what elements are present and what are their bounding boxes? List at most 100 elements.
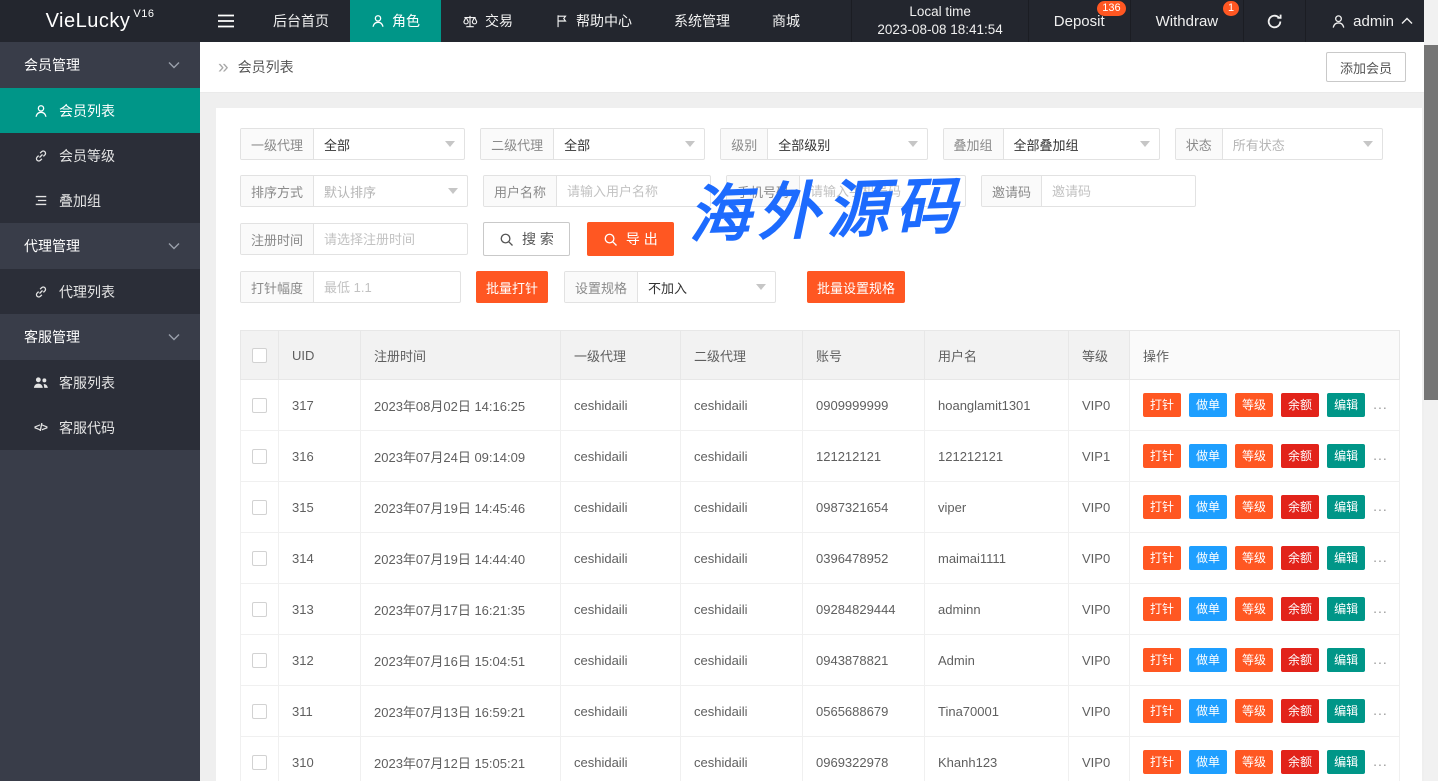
sidebar-group-2[interactable]: 代理管理: [0, 223, 200, 269]
nav-item-6[interactable]: 商城: [751, 0, 821, 42]
action-button-打针[interactable]: 打针: [1143, 699, 1181, 723]
action-button-打针[interactable]: 打针: [1143, 546, 1181, 570]
action-button-做单[interactable]: 做单: [1189, 495, 1227, 519]
action-button-等级[interactable]: 等级: [1235, 444, 1273, 468]
scrollbar-thumb[interactable]: [1424, 45, 1438, 400]
action-button-余额[interactable]: 余额: [1281, 546, 1319, 570]
action-button-打针[interactable]: 打针: [1143, 597, 1181, 621]
filter-agent-level2-value[interactable]: 全部: [554, 129, 704, 159]
action-button-余额[interactable]: 余额: [1281, 648, 1319, 672]
nav-item-1[interactable]: 后台首页: [252, 0, 350, 42]
more-actions-button[interactable]: ...: [1373, 498, 1388, 514]
select-all-checkbox[interactable]: [252, 348, 267, 363]
more-actions-button[interactable]: ...: [1373, 396, 1388, 412]
action-button-做单[interactable]: 做单: [1189, 546, 1227, 570]
action-button-编辑[interactable]: 编辑: [1327, 699, 1365, 723]
action-button-做单[interactable]: 做单: [1189, 699, 1227, 723]
row-checkbox[interactable]: [252, 449, 267, 464]
cell-uid: 313: [279, 584, 361, 635]
row-checkbox[interactable]: [252, 653, 267, 668]
action-button-等级[interactable]: 等级: [1235, 597, 1273, 621]
action-button-做单[interactable]: 做单: [1189, 750, 1227, 774]
menu-icon[interactable]: [200, 0, 252, 42]
row-checkbox[interactable]: [252, 755, 267, 770]
action-button-编辑[interactable]: 编辑: [1327, 444, 1365, 468]
row-checkbox[interactable]: [252, 704, 267, 719]
action-button-打针[interactable]: 打针: [1143, 495, 1181, 519]
sidebar-group-1[interactable]: 会员管理: [0, 42, 200, 88]
action-button-打针[interactable]: 打针: [1143, 393, 1181, 417]
scrollbar-track[interactable]: [1424, 0, 1438, 781]
action-button-等级[interactable]: 等级: [1235, 495, 1273, 519]
sidebar-item-1-1[interactable]: 会员列表: [0, 88, 200, 133]
action-button-做单[interactable]: 做单: [1189, 597, 1227, 621]
sidebar-item-2-1[interactable]: 代理列表: [0, 269, 200, 314]
batch-inject-button[interactable]: 批量打针: [476, 271, 548, 303]
action-button-余额[interactable]: 余额: [1281, 597, 1319, 621]
withdraw-button[interactable]: Withdraw 1: [1130, 0, 1244, 42]
deposit-badge: 136: [1097, 1, 1125, 16]
sidebar-item-3-1[interactable]: 客服列表: [0, 360, 200, 405]
filter-overlay-group-value[interactable]: 全部叠加组: [1004, 129, 1159, 159]
deposit-button[interactable]: Deposit 136: [1028, 0, 1130, 42]
action-button-等级[interactable]: 等级: [1235, 393, 1273, 417]
action-button-编辑[interactable]: 编辑: [1327, 546, 1365, 570]
action-button-做单[interactable]: 做单: [1189, 648, 1227, 672]
filter-phone-input[interactable]: [800, 176, 965, 206]
action-button-做单[interactable]: 做单: [1189, 444, 1227, 468]
action-button-余额[interactable]: 余额: [1281, 750, 1319, 774]
cell-level: VIP0: [1069, 584, 1130, 635]
action-button-等级[interactable]: 等级: [1235, 699, 1273, 723]
row-checkbox[interactable]: [252, 602, 267, 617]
nav-item-2[interactable]: 角色: [350, 0, 441, 42]
action-button-等级[interactable]: 等级: [1235, 750, 1273, 774]
action-button-余额[interactable]: 余额: [1281, 444, 1319, 468]
user-menu[interactable]: admin: [1305, 0, 1438, 42]
nav-item-5[interactable]: 系统管理: [653, 0, 751, 42]
action-button-做单[interactable]: 做单: [1189, 393, 1227, 417]
more-actions-button[interactable]: ...: [1373, 753, 1388, 769]
register-time-input[interactable]: [314, 224, 467, 254]
sidebar-group-3[interactable]: 客服管理: [0, 314, 200, 360]
nav-item-3[interactable]: 交易: [441, 0, 534, 42]
filter-username-input[interactable]: [557, 176, 710, 206]
action-button-编辑[interactable]: 编辑: [1327, 393, 1365, 417]
add-member-button[interactable]: 添加会员: [1326, 52, 1406, 82]
action-button-打针[interactable]: 打针: [1143, 444, 1181, 468]
batch-spec-button[interactable]: 批量设置规格: [807, 271, 905, 303]
action-button-等级[interactable]: 等级: [1235, 546, 1273, 570]
row-checkbox[interactable]: [252, 551, 267, 566]
nav-item-4[interactable]: 帮助中心: [534, 0, 653, 42]
filter-level-value[interactable]: 全部级别: [768, 129, 926, 159]
more-actions-button[interactable]: ...: [1373, 702, 1388, 718]
action-button-余额[interactable]: 余额: [1281, 393, 1319, 417]
filter-sort-order-value[interactable]: 默认排序: [314, 176, 467, 206]
action-button-编辑[interactable]: 编辑: [1327, 750, 1365, 774]
action-button-编辑[interactable]: 编辑: [1327, 597, 1365, 621]
more-actions-button[interactable]: ...: [1373, 600, 1388, 616]
action-button-编辑[interactable]: 编辑: [1327, 648, 1365, 672]
row-checkbox[interactable]: [252, 500, 267, 515]
action-button-等级[interactable]: 等级: [1235, 648, 1273, 672]
inject-range-input[interactable]: [314, 272, 460, 302]
sidebar-item-3-2[interactable]: </>客服代码: [0, 405, 200, 450]
more-actions-button[interactable]: ...: [1373, 549, 1388, 565]
spec-select-value[interactable]: 不加入: [638, 272, 775, 302]
row-checkbox[interactable]: [252, 398, 267, 413]
action-button-编辑[interactable]: 编辑: [1327, 495, 1365, 519]
sidebar-item-1-3[interactable]: 叠加组: [0, 178, 200, 223]
search-button[interactable]: 搜 索: [483, 222, 570, 256]
export-button[interactable]: 导 出: [587, 222, 674, 256]
filter-status-value[interactable]: 所有状态: [1223, 129, 1382, 159]
action-button-余额[interactable]: 余额: [1281, 495, 1319, 519]
refresh-icon[interactable]: [1243, 0, 1305, 42]
action-button-余额[interactable]: 余额: [1281, 699, 1319, 723]
action-button-打针[interactable]: 打针: [1143, 648, 1181, 672]
sidebar-item-1-2[interactable]: 会员等级: [0, 133, 200, 178]
more-actions-button[interactable]: ...: [1373, 651, 1388, 667]
action-button-打针[interactable]: 打针: [1143, 750, 1181, 774]
filter-agent-level1-value[interactable]: 全部: [314, 129, 464, 159]
more-actions-button[interactable]: ...: [1373, 447, 1388, 463]
filter-invite-code-input[interactable]: [1042, 176, 1195, 206]
withdraw-label: Withdraw: [1156, 13, 1219, 30]
